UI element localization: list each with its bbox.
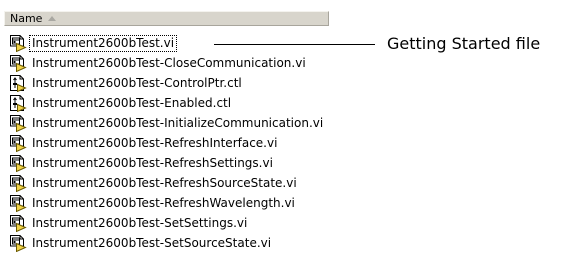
vi-file-icon xyxy=(9,234,27,253)
file-name: Instrument2600bTest-RefreshWavelength.vi xyxy=(32,195,295,210)
sort-ascending-icon xyxy=(48,16,56,21)
vi-file-icon xyxy=(9,154,27,173)
file-name: Instrument2600bTest-RefreshSourceState.v… xyxy=(32,175,297,190)
file-row[interactable]: Instrument2600bTest-RefreshSourceState.v… xyxy=(9,173,325,193)
vi-file-icon xyxy=(9,174,27,193)
file-name: Instrument2600bTest-ControlPtr.ctl xyxy=(32,75,242,90)
vi-file-icon xyxy=(9,114,27,133)
file-row[interactable]: Instrument2600bTest-SetSettings.vi xyxy=(9,213,325,233)
file-row[interactable]: Instrument2600bTest-InitializeCommunicat… xyxy=(9,113,325,133)
callout-line xyxy=(214,44,375,45)
file-name: Instrument2600bTest-RefreshInterface.vi xyxy=(32,135,278,150)
ctl-file-icon xyxy=(9,74,27,93)
file-name: Instrument2600bTest-Enabled.ctl xyxy=(32,95,232,110)
vi-file-icon xyxy=(9,134,27,153)
file-name: Instrument2600bTest-InitializeCommunicat… xyxy=(32,115,324,130)
vi-file-icon xyxy=(9,54,27,73)
file-row[interactable]: Instrument2600bTest-RefreshSettings.vi xyxy=(9,153,325,173)
file-row[interactable]: Instrument2600bTest-RefreshWavelength.vi xyxy=(9,193,325,213)
file-row[interactable]: Instrument2600bTest-ControlPtr.ctl xyxy=(9,73,325,93)
vi-file-icon xyxy=(9,214,27,233)
file-name: Instrument2600bTest-SetSourceState.vi xyxy=(32,235,272,250)
vi-file-icon xyxy=(9,194,27,213)
file-name: Instrument2600bTest.vi xyxy=(28,34,178,52)
file-name: Instrument2600bTest-SetSettings.vi xyxy=(32,215,248,230)
file-list: Instrument2600bTest.vi Instrument2600bTe… xyxy=(9,33,325,253)
name-column-label: Name xyxy=(10,12,43,25)
vi-file-icon xyxy=(9,34,27,53)
file-name: Instrument2600bTest-RefreshSettings.vi xyxy=(32,155,273,170)
name-column-header[interactable]: Name xyxy=(4,11,329,26)
file-row[interactable]: Instrument2600bTest.vi xyxy=(9,33,325,53)
file-name: Instrument2600bTest-CloseCommunication.v… xyxy=(32,55,306,70)
file-row[interactable]: Instrument2600bTest-Enabled.ctl xyxy=(9,93,325,113)
file-row[interactable]: Instrument2600bTest-SetSourceState.vi xyxy=(9,233,325,253)
ctl-file-icon xyxy=(9,94,27,113)
file-row[interactable]: Instrument2600bTest-RefreshInterface.vi xyxy=(9,133,325,153)
file-row[interactable]: Instrument2600bTest-CloseCommunication.v… xyxy=(9,53,325,73)
callout-label: Getting Started file xyxy=(387,34,541,53)
